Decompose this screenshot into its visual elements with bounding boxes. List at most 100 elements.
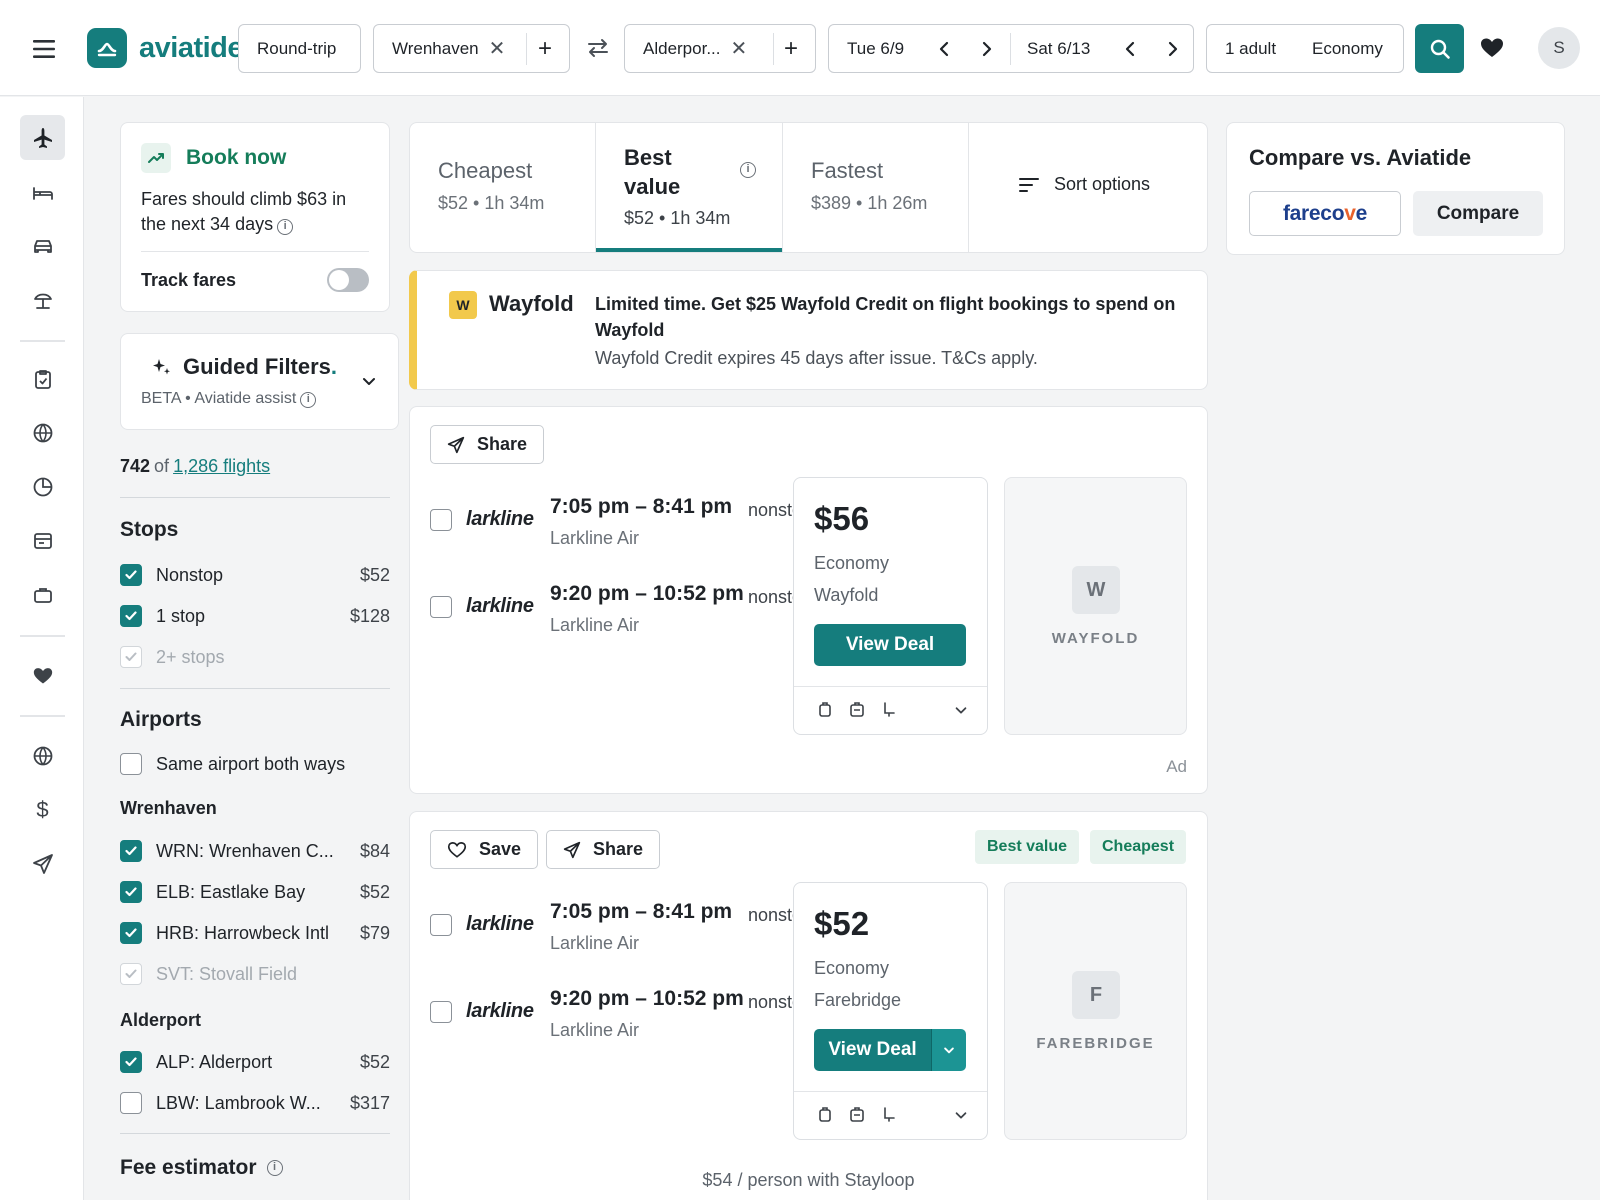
filter-same-airport[interactable]: Same airport both ways [120, 751, 390, 777]
checkbox[interactable] [430, 596, 452, 618]
travelers-value[interactable]: 1 adult [1207, 39, 1276, 59]
globe-icon[interactable] [20, 733, 65, 778]
info-icon[interactable]: i [277, 219, 294, 235]
provider-tile-farebridge[interactable]: F FAREBRIDGE [1004, 882, 1187, 1140]
deal-cabin: Economy [814, 958, 890, 978]
filter-airport-elb[interactable]: ELB: Eastlake Bay $52 [120, 879, 390, 905]
price-box: $52 Economy Farebridge View Deal [793, 882, 988, 1140]
deal-price: $52 [814, 905, 870, 942]
trip-type-select[interactable]: Round-trip [238, 24, 361, 73]
return-prev-chevron-left-icon[interactable] [1120, 38, 1142, 60]
stayloop-bundle-note[interactable]: $54 / person with Stayloop [410, 1170, 1207, 1191]
filter-airport-hrb[interactable]: HRB: Harrowbeck Intl $79 [120, 920, 390, 946]
logo-mark-icon [87, 28, 127, 68]
hamburger-icon[interactable] [29, 37, 61, 61]
sort-options-button[interactable]: Sort options [1018, 174, 1150, 195]
stays-icon[interactable] [20, 169, 65, 214]
filter-price: $52 [359, 564, 390, 585]
guided-filters-card[interactable]: Guided Filters. BETA • Aviatide assist i [120, 333, 399, 430]
destination-field[interactable]: Alderpor... ✕ + [624, 24, 816, 73]
saved-heart-icon[interactable] [1479, 36, 1505, 60]
travelers-cabin-field[interactable]: 1 adult Economy [1206, 24, 1404, 73]
checkbox[interactable] [120, 840, 142, 862]
return-next-chevron-right-icon[interactable] [1161, 38, 1183, 60]
view-deal-button[interactable]: View Deal [814, 1029, 931, 1071]
checkbox[interactable] [120, 605, 142, 627]
deals-icon[interactable] [20, 518, 65, 563]
return-date[interactable]: Sat 6/13 [1027, 39, 1090, 59]
checkbox[interactable] [120, 1051, 142, 1073]
currency-icon[interactable]: $ [20, 787, 65, 832]
checkbox[interactable] [430, 1001, 452, 1023]
provider-letter: W [1072, 566, 1120, 614]
cabin-value[interactable]: Economy [1312, 39, 1383, 59]
checkbox[interactable] [430, 914, 452, 936]
share-button[interactable]: Share [546, 830, 661, 869]
provider-tile-wayfold[interactable]: W WAYFOLD [1004, 477, 1187, 735]
chevron-down-icon[interactable] [953, 702, 969, 718]
origin-field[interactable]: Wrenhaven ✕ + [373, 24, 570, 73]
avatar[interactable]: S [1538, 27, 1580, 69]
view-deal-button[interactable]: View Deal [814, 624, 966, 666]
depart-prev-chevron-left-icon[interactable] [934, 38, 956, 60]
leg-time: 7:05 pm – 8:41 pm [550, 495, 733, 518]
tab-best-value[interactable]: Best value i $52 • 1h 34m [596, 123, 783, 252]
send-icon[interactable] [20, 841, 65, 886]
track-fares-toggle[interactable] [327, 268, 369, 292]
farecove-logo[interactable]: fareco v e [1249, 191, 1401, 236]
filter-price: $128 [349, 605, 390, 626]
swap-icon[interactable] [585, 36, 611, 60]
dates-field[interactable]: Tue 6/9 Sat 6/13 [828, 24, 1194, 73]
checkbox[interactable] [120, 881, 142, 903]
clear-origin-close-icon[interactable]: ✕ [489, 36, 506, 61]
saved-icon[interactable] [20, 653, 65, 698]
all-flights-link[interactable]: 1,286 flights [173, 456, 270, 476]
cars-icon[interactable] [20, 223, 65, 268]
filter-label: Nonstop [156, 564, 224, 585]
compare-button[interactable]: Compare [1413, 191, 1543, 236]
checkbox[interactable] [120, 1092, 142, 1114]
filter-airport-wrn[interactable]: WRN: Wrenhaven C... $84 [120, 838, 390, 864]
tab-fastest[interactable]: Fastest $389 • 1h 26m [783, 123, 969, 252]
guided-filters-subtitle-text: BETA • Aviatide assist [141, 390, 297, 407]
save-label: Save [479, 839, 522, 859]
baggage-icons [816, 700, 898, 718]
top-bar: aviatide Round-trip Wrenhaven ✕ + Alderp… [0, 0, 1600, 96]
packages-icon[interactable] [20, 277, 65, 322]
chevron-down-icon[interactable] [360, 372, 378, 390]
checkbox[interactable] [120, 564, 142, 586]
info-icon[interactable]: i [266, 1160, 283, 1176]
flight-leg: larkline 9:20 pm – 10:52 pm Larkline Air… [430, 987, 800, 1057]
save-button[interactable]: Save [430, 830, 539, 869]
checkbox[interactable] [120, 753, 142, 775]
flights-icon[interactable] [20, 115, 65, 160]
info-icon[interactable]: i [300, 392, 317, 408]
chevron-down-icon[interactable] [953, 1107, 969, 1123]
clear-destination-close-icon[interactable]: ✕ [731, 36, 748, 61]
depart-date[interactable]: Tue 6/9 [829, 39, 904, 59]
filter-airport-alp[interactable]: ALP: Alderport $52 [120, 1049, 390, 1075]
provider-letter: F [1072, 971, 1120, 1019]
filter-stop-1stop[interactable]: 1 stop $128 [120, 603, 390, 629]
add-destination-plus-icon[interactable]: + [784, 35, 798, 63]
promo-banner[interactable]: W Wayfold Limited time. Get $25 Wayfold … [409, 270, 1208, 390]
add-origin-plus-icon[interactable]: + [538, 35, 552, 63]
filter-airport-lbw[interactable]: LBW: Lambrook W... $317 [120, 1090, 390, 1116]
more-deals-chevron-down-icon[interactable] [931, 1029, 966, 1071]
business-icon[interactable] [20, 572, 65, 617]
trips-icon[interactable] [20, 356, 65, 401]
fee-estimator-title[interactable]: Fee estimator i [120, 1156, 283, 1180]
tracker-icon[interactable] [20, 464, 65, 509]
search-button[interactable] [1415, 24, 1464, 73]
depart-next-chevron-right-icon[interactable] [975, 38, 997, 60]
info-icon[interactable]: i [740, 162, 756, 178]
divider [1010, 33, 1011, 65]
share-button[interactable]: Share [430, 425, 545, 464]
explore-icon[interactable] [20, 410, 65, 455]
checkbox[interactable] [120, 922, 142, 944]
aviatide-logo[interactable]: aviatide [87, 28, 244, 68]
tab-cheapest[interactable]: Cheapest $52 • 1h 34m [410, 123, 596, 252]
checkbox[interactable] [430, 509, 452, 531]
filter-stop-nonstop[interactable]: Nonstop $52 [120, 562, 390, 588]
compare-card: Compare vs. Aviatide fareco v e Compare [1226, 122, 1565, 255]
